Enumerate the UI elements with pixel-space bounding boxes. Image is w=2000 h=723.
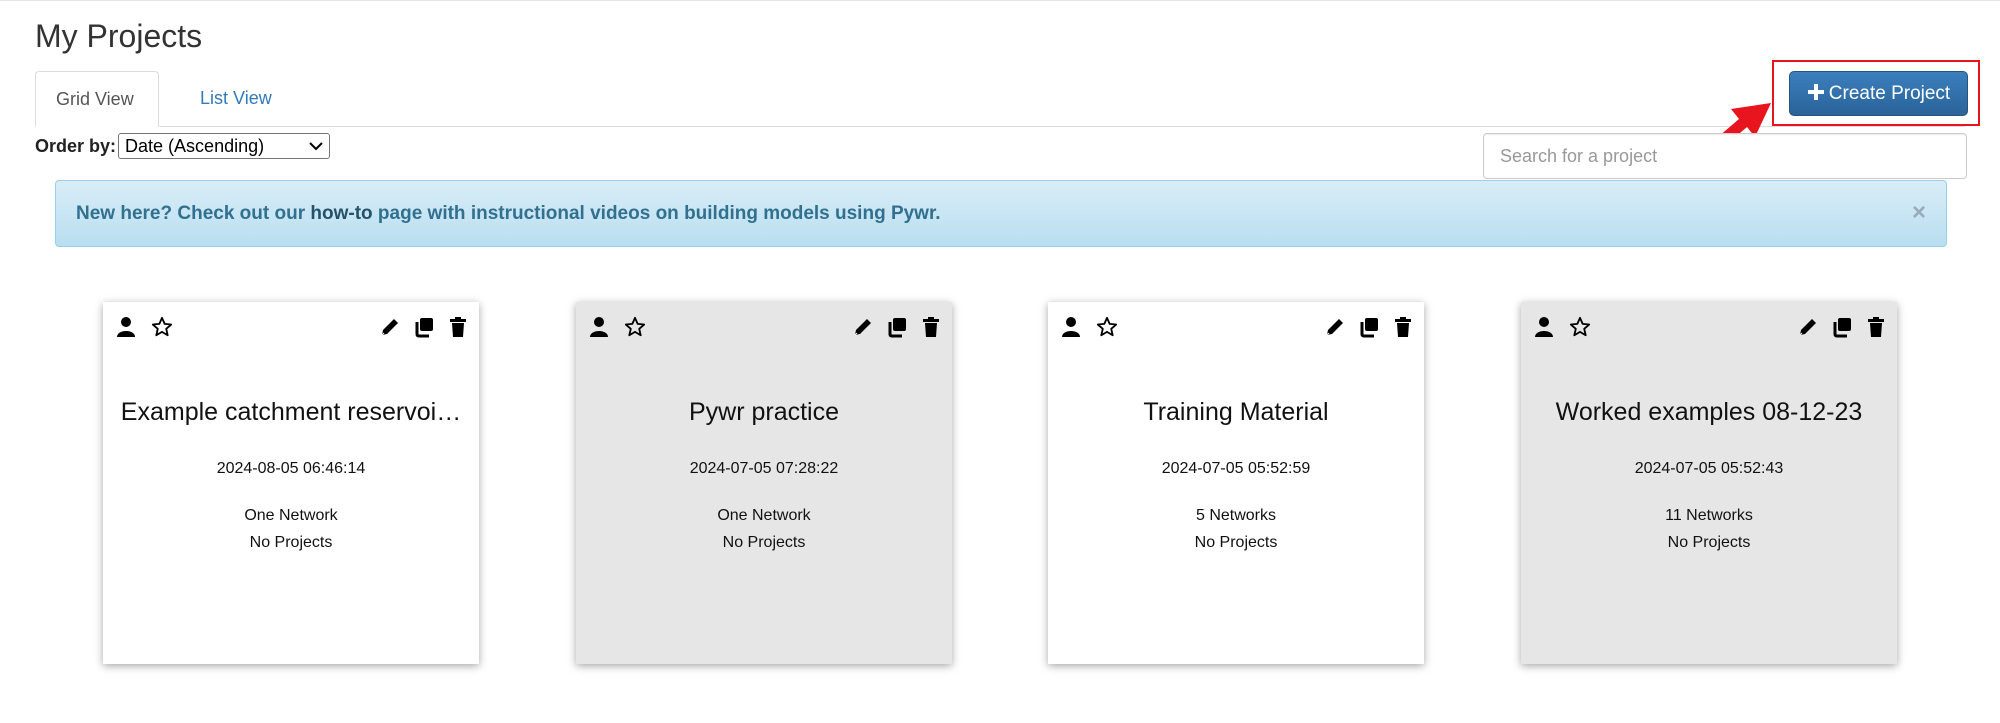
copy-icon[interactable] (1831, 316, 1853, 338)
order-by-control: Order by: Date (Ascending) (35, 133, 331, 159)
project-subproject-count: No Projects (722, 534, 806, 551)
user-icon[interactable] (1060, 316, 1082, 338)
close-icon[interactable]: × (1912, 199, 1926, 227)
project-date: 2024-07-05 07:28:22 (689, 460, 839, 477)
user-icon[interactable] (1533, 316, 1555, 338)
plus-icon (1807, 82, 1825, 106)
page-title: My Projects (35, 18, 203, 54)
trash-icon[interactable] (1392, 316, 1414, 338)
project-date: 2024-07-05 05:52:43 (1634, 460, 1784, 477)
project-title[interactable]: Example catchment reservoi… (119, 398, 463, 427)
copy-icon[interactable] (413, 316, 435, 338)
alert-text-suffix: page with instructional videos on buildi… (372, 202, 941, 224)
pencil-icon[interactable] (1324, 316, 1346, 338)
alert-text-prefix: New here? Check out our (76, 202, 311, 224)
user-icon[interactable] (115, 316, 137, 338)
order-by-select[interactable]: Date (Ascending) (118, 133, 331, 159)
how-to-link[interactable]: how-to (310, 203, 372, 225)
project-date: 2024-07-05 05:52:59 (1161, 460, 1311, 477)
pencil-icon[interactable] (379, 316, 401, 338)
project-network-count: 5 Networks (1195, 507, 1277, 524)
tab-grid-view[interactable]: Grid View (35, 71, 159, 127)
project-card[interactable]: Pywr practice 2024-07-05 07:28:22 One Ne… (576, 302, 952, 664)
project-card[interactable]: Training Material 2024-07-05 05:52:59 5 … (1048, 302, 1424, 664)
create-project-label: Create Project (1828, 82, 1951, 104)
project-title[interactable]: Worked examples 08-12-23 (1537, 398, 1881, 427)
create-project-button[interactable]: Create Project (1789, 71, 1968, 116)
project-network-count: 11 Networks (1665, 507, 1753, 524)
star-icon[interactable] (151, 316, 173, 338)
project-title[interactable]: Pywr practice (592, 398, 936, 427)
project-subproject-count: No Projects (1194, 534, 1278, 551)
chevron-down-icon (309, 139, 323, 154)
info-alert: New here? Check out our how-to page with… (55, 180, 1947, 247)
trash-icon[interactable] (447, 316, 469, 338)
star-icon[interactable] (624, 316, 646, 338)
user-icon[interactable] (588, 316, 610, 338)
order-by-label: Order by: (35, 135, 117, 156)
project-network-count: One Network (717, 507, 811, 524)
copy-icon[interactable] (1358, 316, 1380, 338)
pencil-icon[interactable] (852, 316, 874, 338)
view-tabs: Grid View List View (35, 71, 1965, 127)
project-date: 2024-08-05 06:46:14 (216, 460, 366, 477)
project-card[interactable]: Worked examples 08-12-23 2024-07-05 05:5… (1521, 302, 1897, 664)
pencil-icon[interactable] (1797, 316, 1819, 338)
project-network-count: One Network (244, 507, 338, 524)
copy-icon[interactable] (886, 316, 908, 338)
trash-icon[interactable] (920, 316, 942, 338)
trash-icon[interactable] (1865, 316, 1887, 338)
star-icon[interactable] (1569, 316, 1591, 338)
top-border (0, 0, 2000, 1)
project-card[interactable]: Example catchment reservoi… 2024-08-05 0… (103, 302, 479, 664)
project-title[interactable]: Training Material (1064, 398, 1408, 427)
project-subproject-count: No Projects (1667, 534, 1751, 551)
search-input[interactable] (1483, 133, 1967, 179)
project-subproject-count: No Projects (249, 534, 333, 551)
tab-list-view[interactable]: List View (182, 71, 290, 126)
order-by-selected-value: Date (Ascending) (125, 135, 265, 156)
star-icon[interactable] (1096, 316, 1118, 338)
